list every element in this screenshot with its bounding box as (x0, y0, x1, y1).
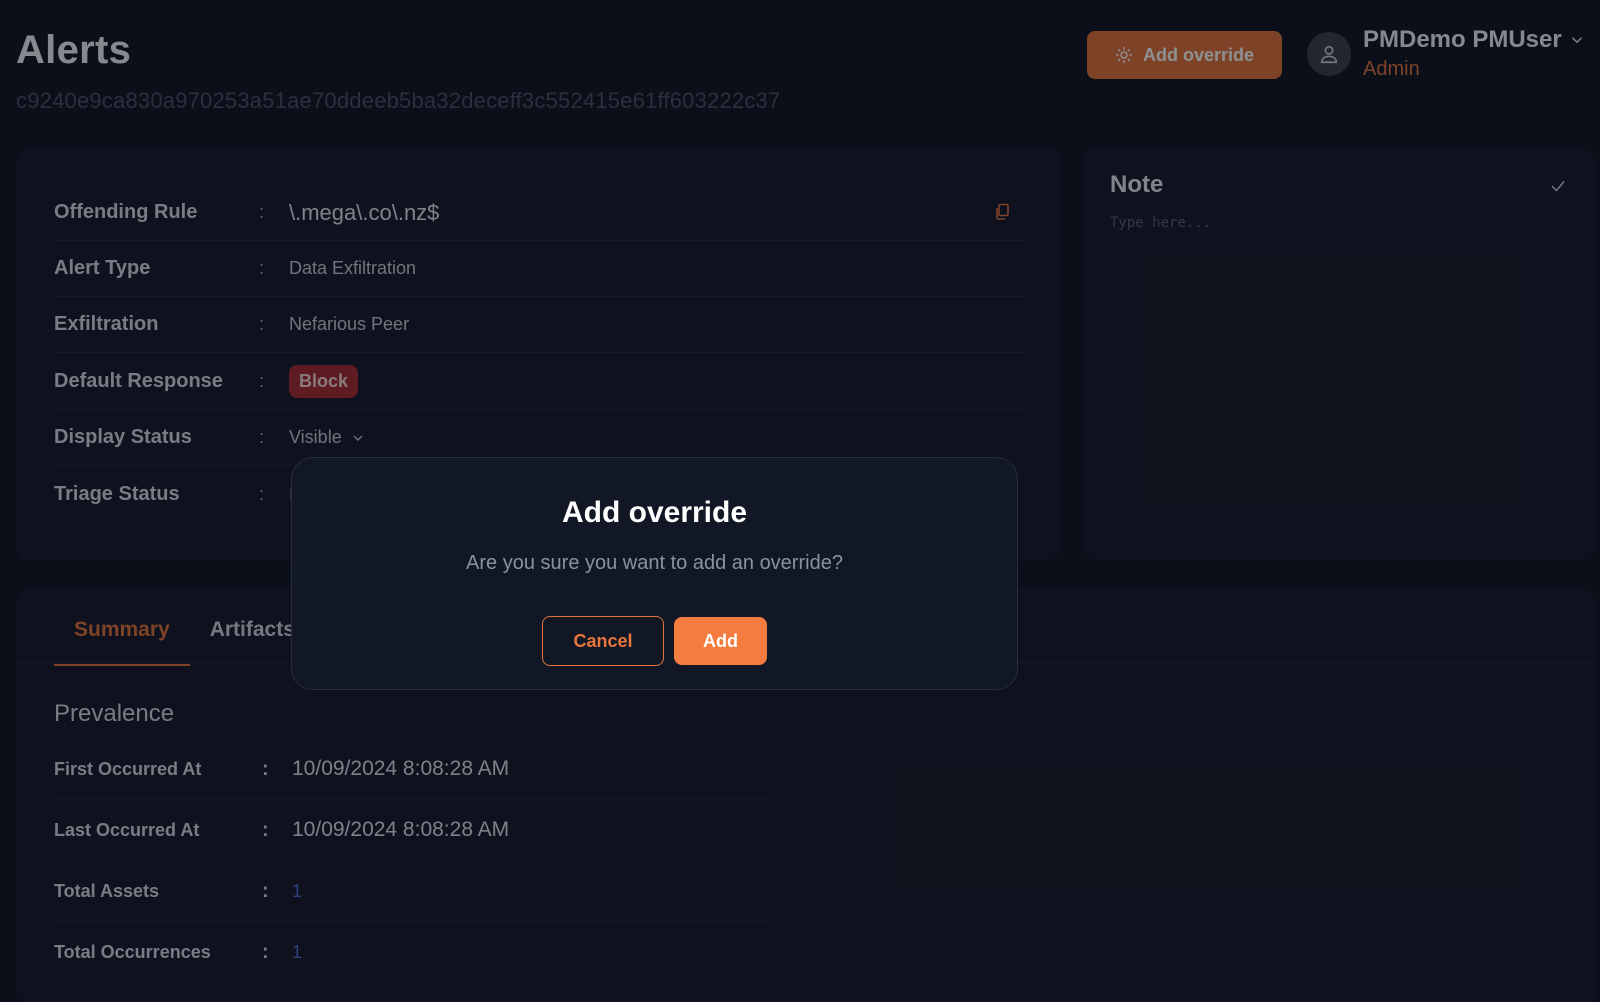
dialog-title: Add override (561, 496, 748, 529)
cancel-button[interactable]: Cancel (542, 616, 664, 666)
confirm-add-button[interactable]: Add (674, 617, 767, 665)
dialog-message: Are you sure you want to add an override… (466, 552, 843, 574)
add-override-dialog: Add override Are you sure you want to ad… (291, 457, 1018, 690)
dialog-actions: Cancel Add (292, 616, 1017, 666)
